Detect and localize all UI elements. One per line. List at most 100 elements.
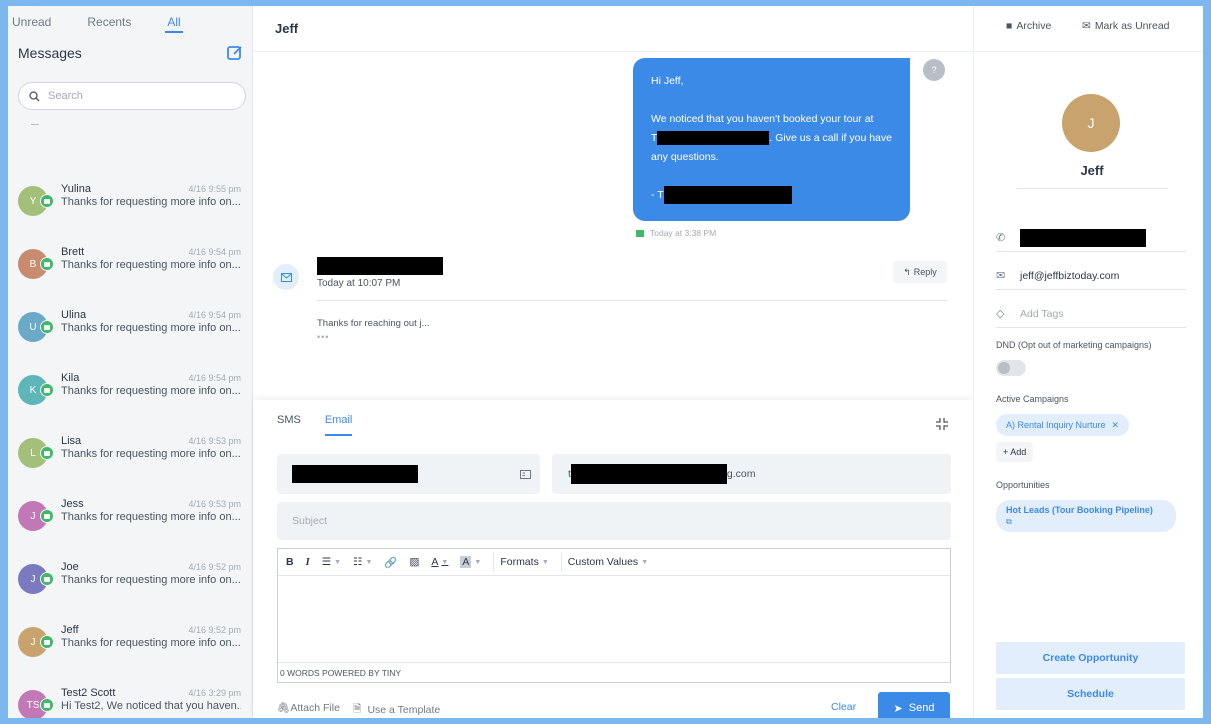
bg-color-label: A [460, 556, 472, 568]
envelope-icon: ✉ [996, 270, 1006, 282]
clear-button[interactable]: Clear [831, 701, 856, 713]
sms-icon [40, 320, 54, 334]
bold-button[interactable]: B [286, 556, 294, 568]
conversation-time: 4/16 9:55 pm [188, 184, 241, 194]
conversation-preview: Thanks for requesting more info on... [61, 322, 241, 334]
italic-button[interactable]: I [306, 557, 310, 568]
conversation-name: Test2 Scott [61, 687, 116, 699]
formats-dropdown[interactable]: Formats ▼ [500, 556, 548, 568]
redacted-to [570, 464, 727, 484]
remove-campaign-icon[interactable]: ✕ [1112, 420, 1120, 431]
attach-file-button[interactable]: 🖇 Attach File [277, 701, 340, 715]
email-field[interactable]: ✉ jeff@jeffbiztoday.com [996, 262, 1186, 290]
archive-button[interactable]: ■ Archive [1006, 20, 1051, 32]
message-line: . Give us a call if you have [769, 132, 892, 144]
phone-icon: ✆ [996, 232, 1006, 244]
bullet-list-icon[interactable]: ☰ ▼ [322, 556, 341, 568]
conversation-item[interactable]: U Ulina 4/16 9:54 pm Thanks for requesting… [8, 300, 252, 356]
formats-label: Formats [500, 556, 539, 568]
sms-icon [40, 446, 54, 460]
conversation-time: 4/16 3:29 pm [188, 688, 241, 698]
list-divider [31, 124, 39, 125]
conversation-header: Jeff [253, 6, 973, 52]
email-body-editor[interactable]: 0 WORDS POWERED BY TINY [277, 576, 951, 683]
opportunity-chip[interactable]: Hot Leads (Tour Booking Pipeline) ⧉ [996, 500, 1176, 532]
dnd-toggle[interactable] [996, 360, 1026, 376]
from-field[interactable] [277, 454, 540, 494]
custom-values-dropdown[interactable]: Custom Values ▼ [568, 556, 648, 568]
to-field[interactable]: t g.com [552, 454, 951, 494]
conversation-item[interactable]: Y Yulina 4/16 9:55 pm Thanks for requestin… [8, 174, 252, 230]
contact-card-icon [520, 469, 531, 479]
conversation-preview: Thanks for requesting more info on... [61, 637, 241, 649]
message-line: We noticed that you haven't booked your … [651, 113, 874, 125]
campaign-chip[interactable]: A) Rental Inquiry Nurture ✕ [996, 414, 1130, 436]
conversation-item[interactable]: B Brett 4/16 9:54 pm Thanks for requesting… [8, 237, 252, 293]
message-greeting: Hi Jeff, [651, 75, 684, 87]
schedule-button[interactable]: Schedule [996, 678, 1185, 710]
send-label: Send [908, 702, 935, 714]
search-input[interactable] [48, 90, 218, 102]
image-icon[interactable]: ▨ [409, 556, 419, 568]
outbound-message-bubble: Hi Jeff, We noticed that you haven't boo… [633, 58, 910, 221]
conversation-preview: Hi Test2, We noticed that you haven... [61, 700, 241, 712]
redacted-from [292, 465, 418, 483]
campaign-name: A) Rental Inquiry Nurture [1006, 420, 1106, 430]
email-divider [317, 300, 947, 301]
font-color-button[interactable]: A ▼ [431, 556, 448, 568]
conversation-item[interactable]: K Kila 4/16 9:54 pm Thanks for requesting … [8, 363, 252, 419]
toolbar-divider [560, 553, 562, 571]
redacted-block [663, 186, 792, 205]
bg-color-button[interactable]: A ▼ [460, 556, 481, 568]
conversation-time: 4/16 9:54 pm [188, 310, 241, 320]
send-button[interactable]: ➤ Send [878, 692, 950, 718]
sms-icon [40, 194, 54, 208]
reply-icon: ↰ [903, 266, 911, 277]
numbered-list-icon[interactable]: ☷ ▼ [353, 556, 372, 568]
conversation-name: Jess [61, 498, 84, 510]
search-box [18, 82, 246, 110]
collapse-icon[interactable] [936, 418, 948, 430]
add-campaign-button[interactable]: + Add [996, 442, 1034, 462]
search-icon [29, 90, 40, 101]
conversation-item[interactable]: J Joe 4/16 9:52 pm Thanks for requesting m… [8, 552, 252, 608]
opportunities-label: Opportunities [996, 480, 1050, 490]
phone-field[interactable]: ✆ [996, 224, 1186, 252]
conversation-time: 4/16 9:54 pm [188, 373, 241, 383]
create-opportunity-button[interactable]: Create Opportunity [996, 642, 1185, 674]
email-snippet[interactable]: Thanks for reaching out j... [317, 318, 429, 329]
conversation-item[interactable]: L Lisa 4/16 9:53 pm Thanks for requesting … [8, 426, 252, 482]
editor-footer: 0 WORDS POWERED BY TINY [278, 662, 950, 682]
use-template-button[interactable]: 🗎 Use a Template [353, 701, 440, 718]
subject-field[interactable]: Subject [277, 502, 951, 540]
conversation-name: Jeff [61, 624, 79, 636]
filter-tabs: Unread Recents All [8, 6, 252, 38]
attach-label: Attach File [290, 701, 340, 714]
tab-email[interactable]: Email [324, 414, 352, 436]
mark-unread-label: Mark as Unread [1094, 20, 1170, 32]
external-link-icon[interactable]: ⧉ [1006, 516, 1166, 527]
archive-label: Archive [1016, 20, 1052, 32]
reply-button[interactable]: ↰ Reply [893, 261, 947, 283]
dnd-label: DND (Opt out of marketing campaigns) [996, 340, 1152, 350]
conversation-item[interactable]: J Jeff 4/16 9:52 pm Thanks for requesting … [8, 615, 252, 671]
panel-header: ■ Archive ✉ Mark as Unread [974, 6, 1203, 52]
conversation-name: Joe [61, 561, 79, 573]
toolbar-divider [493, 553, 495, 571]
expand-email-dots[interactable]: ••• [317, 332, 329, 342]
tab-all[interactable]: All [165, 6, 184, 38]
conversation-title: Jeff [275, 21, 299, 36]
conversation-item[interactable]: J Jess 4/16 9:53 pm Thanks for requesting … [8, 489, 252, 545]
tab-sms[interactable]: SMS [277, 414, 301, 436]
redacted-sender [317, 257, 443, 275]
conversation-item[interactable]: TS Test2 Scott 4/16 3:29 pm Hi Test2, We n… [8, 678, 252, 718]
tab-unread[interactable]: Unread [12, 6, 51, 38]
sms-icon [40, 383, 54, 397]
redacted-phone [1020, 228, 1146, 247]
tags-field[interactable]: ◇ Add Tags [996, 300, 1186, 328]
tab-recents[interactable]: Recents [87, 6, 131, 38]
conversation-preview: Thanks for requesting more info on... [61, 385, 241, 397]
compose-icon[interactable] [226, 44, 244, 62]
link-icon[interactable]: 🔗 [384, 556, 397, 569]
mark-unread-button[interactable]: ✉ Mark as Unread [1082, 20, 1170, 32]
